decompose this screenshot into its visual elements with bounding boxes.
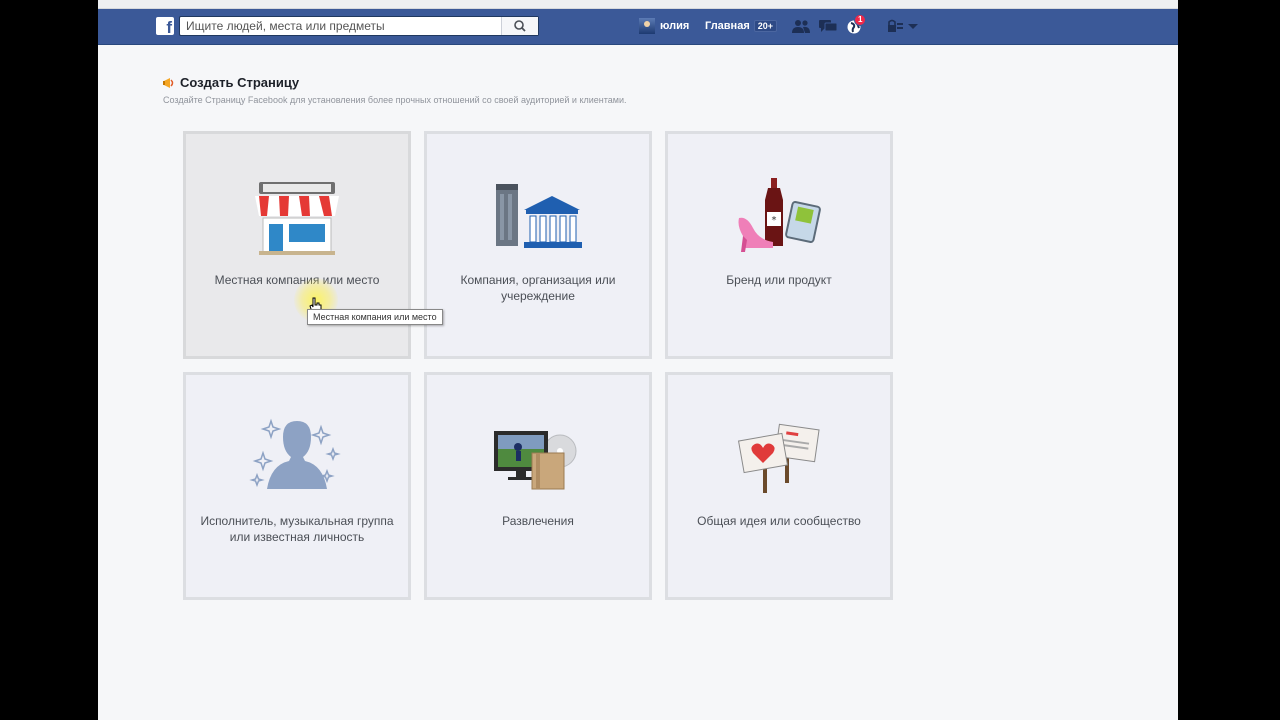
- building-icon: [496, 184, 582, 248]
- notifications-badge: 1: [854, 14, 867, 26]
- community-signs-icon: [737, 423, 820, 493]
- browser-viewport: f юлия Главная 20+: [98, 0, 1178, 720]
- notifications-globe-icon[interactable]: 1: [846, 14, 867, 34]
- top-navigation-bar: f юлия Главная 20+: [98, 9, 1178, 45]
- user-name: юлия: [660, 20, 690, 32]
- home-count-badge: 20+: [753, 20, 778, 32]
- bookmarks-bar: [98, 0, 1178, 13]
- tooltip: Местная компания или место: [307, 309, 443, 325]
- privacy-shortcuts-icon[interactable]: [886, 18, 904, 34]
- home-label: Главная: [705, 20, 750, 32]
- category-tile-entertainment[interactable]: Развлечения: [424, 372, 652, 600]
- category-tile-artist[interactable]: Исполнитель, музыкальная группа или изве…: [183, 372, 411, 600]
- brand-products-icon: *: [738, 178, 821, 252]
- artist-silhouette-icon: [249, 418, 341, 489]
- entertainment-icon: [494, 431, 577, 490]
- page-subtitle: Создайте Страницу Facebook для установле…: [163, 95, 627, 105]
- avatar: [639, 18, 655, 34]
- category-label: Местная компания или место: [214, 273, 380, 287]
- category-label: Исполнитель, музыкальная группа или изве…: [200, 514, 394, 544]
- megaphone-icon: [163, 77, 174, 88]
- settings-dropdown-icon[interactable]: [907, 18, 919, 34]
- category-label: Компания, организация или учереждение: [460, 273, 616, 303]
- search-button[interactable]: [501, 17, 538, 35]
- search-icon: [514, 20, 526, 32]
- friend-requests-icon[interactable]: [791, 18, 811, 34]
- category-tile-brand[interactable]: * Бренд или продукт: [665, 131, 893, 359]
- storefront-icon: [255, 182, 339, 255]
- category-label: Общая идея или сообщество: [697, 514, 861, 528]
- category-grid: Местная компания или место Компания, орг…: [183, 131, 893, 600]
- home-link[interactable]: Главная 20+: [705, 17, 778, 35]
- page-title: Создать Страницу: [180, 75, 300, 90]
- page-header: Создать Страницу: [162, 75, 299, 90]
- category-label: Бренд или продукт: [726, 273, 832, 287]
- search-box: [179, 16, 539, 36]
- profile-link[interactable]: юлия: [639, 17, 689, 35]
- search-input[interactable]: [180, 17, 506, 35]
- category-tile-community[interactable]: Общая идея или сообщество: [665, 372, 893, 600]
- category-tile-company[interactable]: Компания, организация или учереждение: [424, 131, 652, 359]
- category-label: Развлечения: [502, 514, 574, 528]
- svg-text:*: *: [772, 215, 777, 226]
- messages-icon[interactable]: [818, 18, 838, 34]
- facebook-logo-icon[interactable]: f: [156, 17, 174, 35]
